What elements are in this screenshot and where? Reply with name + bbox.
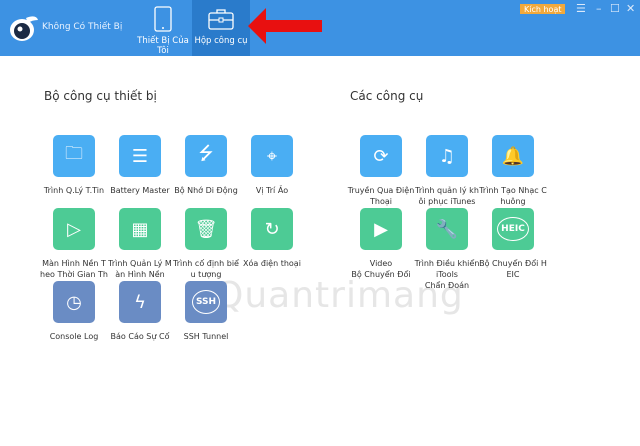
tool-tile[interactable]: 🗑 Trình cố định biểu tượng	[171, 208, 241, 280]
tablet-icon	[154, 6, 172, 32]
tool-label: Trình Q.Lý T.Tin	[43, 186, 105, 195]
tool-label: Báo Cáo Sự Cố	[110, 332, 170, 341]
menu-icon[interactable]: ☰	[576, 2, 586, 15]
tool-label: Bộ Nhớ Di Động	[174, 186, 238, 195]
tool-tile[interactable]: ⟳ Truyền Qua Điện Thoại	[346, 135, 416, 207]
tool-tile[interactable]: ⭍ Bộ Nhớ Di Động	[171, 135, 241, 196]
phone-reset-icon: ↻	[251, 208, 293, 250]
tool-tile[interactable]: ▦ Trình Quản Lý Màn Hình Nền	[105, 208, 175, 280]
tool-tile[interactable]: ↻ Xóa điện thoại	[237, 208, 307, 269]
video-icon: ▶	[360, 208, 402, 250]
tool-label: Trình Tạo Nhạc Chuông	[479, 186, 547, 206]
tool-tile[interactable]: ⌖ Vị Trí Ảo	[237, 135, 307, 196]
tool-tile[interactable]: HEIC Bộ Chuyển Đổi HEIC	[478, 208, 548, 280]
red-arrow-annotation	[248, 8, 322, 44]
crash-icon: ϟ	[119, 281, 161, 323]
tool-label: Bộ Chuyển Đổi HEIC	[479, 259, 547, 279]
itools-logo-icon	[10, 16, 38, 41]
tool-label: Xóa điện thoại	[243, 259, 301, 268]
tool-label: Vị Trí Ảo	[255, 186, 289, 195]
phone-transfer-icon: ⟳	[360, 135, 402, 177]
tab-my-device[interactable]: Thiết Bị Của Tôi	[134, 0, 192, 56]
heic-icon: HEIC	[492, 208, 534, 250]
tool-tile[interactable]: ▶ Video Bộ Chuyển Đổi	[346, 208, 416, 280]
clock-icon: ◷	[53, 281, 95, 323]
tool-tile[interactable]: ϟ Báo Cáo Sự Cố	[105, 281, 175, 342]
tool-label: Trình Điều khiển iTools Chẩn Đoán	[414, 259, 480, 290]
tool-tile[interactable]: ♫ Trình quản lý khôi phục iTunes	[412, 135, 482, 207]
tool-label: SSH Tunnel	[183, 332, 229, 341]
location-icon: ⌖	[251, 135, 293, 177]
tool-tile[interactable]: ▷Màn Hình Nền Theo Thời Gian Thực	[39, 208, 109, 291]
tool-tile[interactable]: ☰ Battery Master	[105, 135, 175, 196]
device-status: Không Có Thiết Bị	[42, 22, 123, 32]
tools-title: Các công cụ	[350, 89, 424, 103]
tool-label: Battery Master	[110, 186, 170, 195]
activate-button[interactable]: Kích hoạt	[520, 4, 566, 14]
tool-label: Trình cố định biểu tượng	[173, 259, 239, 279]
music-icon: ♫	[426, 135, 468, 177]
tool-tile[interactable]: 🗀 Trình Q.Lý T.Tin	[39, 135, 109, 196]
grid-icon: ▦	[119, 208, 161, 250]
minimize-icon[interactable]: –	[596, 2, 602, 15]
clipboard-icon: ☰	[119, 135, 161, 177]
tool-tile[interactable]: ◷ Console Log	[39, 281, 109, 342]
tool-tile[interactable]: SSH SSH Tunnel	[171, 281, 241, 342]
tool-label: Trình quản lý khôi phục iTunes	[415, 186, 479, 206]
tool-label: Trình Quản Lý Màn Hình Nền	[108, 259, 172, 279]
tab-label: Thiết Bị Của Tôi	[137, 36, 189, 56]
maximize-icon[interactable]: ☐	[610, 2, 620, 15]
tool-tile[interactable]: 🔔 Trình Tạo Nhạc Chuông	[478, 135, 548, 207]
tool-label: Console Log	[49, 332, 99, 341]
usb-icon: ⭍	[185, 135, 227, 177]
close-icon[interactable]: ✕	[626, 2, 635, 15]
tab-toolbox[interactable]: Hộp công cụ	[192, 0, 250, 56]
folder-icon: 🗀	[53, 135, 95, 177]
tool-label: Truyền Qua Điện Thoại	[347, 186, 415, 206]
ssh-icon: SSH	[185, 281, 227, 323]
trash-icon: 🗑	[185, 208, 227, 250]
bell-icon: 🔔	[492, 135, 534, 177]
tool-label: Video Bộ Chuyển Đổi	[351, 259, 411, 279]
title-bar: Không Có Thiết Bị Thiết Bị Của Tôi Hộp c…	[0, 0, 640, 56]
tool-tile[interactable]: 🔧 Trình Điều khiển iTools Chẩn Đoán	[412, 208, 482, 291]
play-icon: ▷	[53, 208, 95, 250]
tab-label: Hộp công cụ	[194, 36, 248, 46]
toolbox-icon	[208, 9, 234, 30]
device-tools-title: Bộ công cụ thiết bị	[44, 89, 157, 103]
wrench-icon: 🔧	[426, 208, 468, 250]
